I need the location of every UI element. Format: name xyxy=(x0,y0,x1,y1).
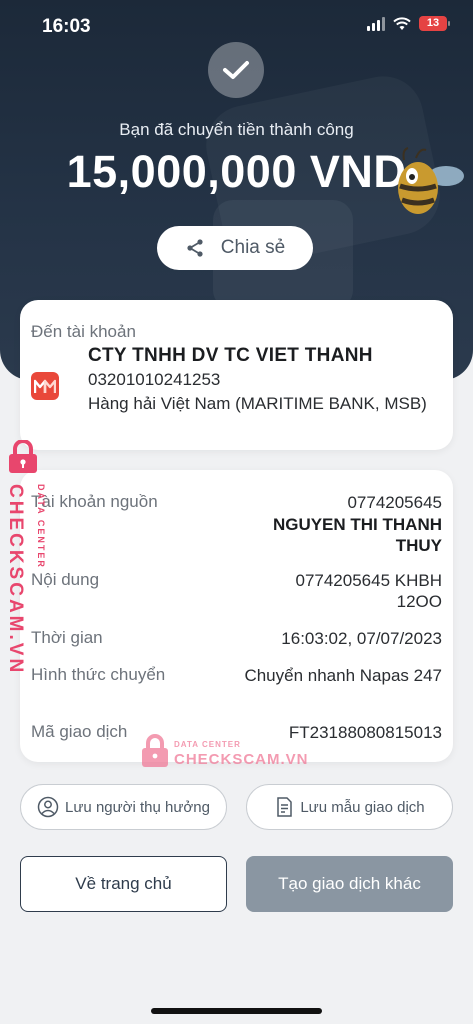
success-message: Bạn đã chuyển tiền thành công xyxy=(119,120,354,139)
watermark-center: DATA CENTER CHECKSCAM.VN xyxy=(140,734,320,774)
recipient-account-name: CTY TNHH DV TC VIET THANH xyxy=(88,345,373,366)
recipient-bank-name: Hàng hải Việt Nam (MARITIME BANK, MSB) xyxy=(88,394,427,413)
watermark-subtitle: DATA CENTER xyxy=(36,484,46,569)
watermark-subtitle: DATA CENTER xyxy=(174,740,241,749)
wifi-icon xyxy=(393,16,411,30)
lock-icon xyxy=(9,440,37,473)
source-account-number: 0774205645 xyxy=(347,493,442,512)
save-beneficiary-label: Lưu người thụ hưởng xyxy=(65,798,210,816)
save-beneficiary-button[interactable]: Lưu người thụ hưởng xyxy=(20,784,227,830)
save-template-button[interactable]: Lưu mẫu giao dịch xyxy=(246,784,453,830)
home-indicator[interactable] xyxy=(151,1008,322,1014)
recipient-label: Đến tài khoản xyxy=(31,322,136,341)
status-time: 16:03 xyxy=(42,16,91,37)
source-account-name: NGUYEN THI THANH THUY xyxy=(272,515,442,555)
content-value: 0774205645 KHBH 12OO xyxy=(295,571,442,611)
msb-bank-logo-icon xyxy=(31,372,59,400)
watermark-side: CHECKSCAM.VN DATA CENTER xyxy=(4,440,52,675)
watermark-brand: CHECKSCAM.VN xyxy=(174,751,309,768)
lock-icon xyxy=(142,734,168,767)
status-icons: 13 xyxy=(367,16,450,31)
recipient-account-number: 03201010241253 xyxy=(88,370,221,389)
signal-icon xyxy=(367,16,385,31)
bee-mascot-icon xyxy=(398,147,464,214)
success-check-icon xyxy=(208,42,264,98)
battery-icon: 13 xyxy=(419,16,450,31)
transaction-details-card: Tài khoản nguồn 0774205645 NGUYEN THI TH… xyxy=(20,470,453,762)
transaction-id-label: Mã giao dịch xyxy=(31,722,128,741)
method-label: Hình thức chuyển xyxy=(31,665,166,684)
method-value: Chuyển nhanh Napas 247 xyxy=(244,666,442,685)
user-circle-icon xyxy=(37,796,59,818)
document-template-icon xyxy=(277,797,293,817)
share-button[interactable]: Chia sẻ xyxy=(157,226,313,270)
home-button[interactable]: Về trang chủ xyxy=(20,856,227,912)
share-label: Chia sẻ xyxy=(220,237,286,258)
watermark-brand: CHECKSCAM.VN xyxy=(5,484,26,676)
share-icon xyxy=(187,239,203,257)
new-transaction-button[interactable]: Tạo giao dịch khác xyxy=(246,856,453,912)
recipient-card: Đến tài khoản CTY TNHH DV TC VIET THANH … xyxy=(20,300,453,450)
time-value: 16:03:02, 07/07/2023 xyxy=(281,629,442,648)
save-template-label: Lưu mẫu giao dịch xyxy=(300,798,425,816)
